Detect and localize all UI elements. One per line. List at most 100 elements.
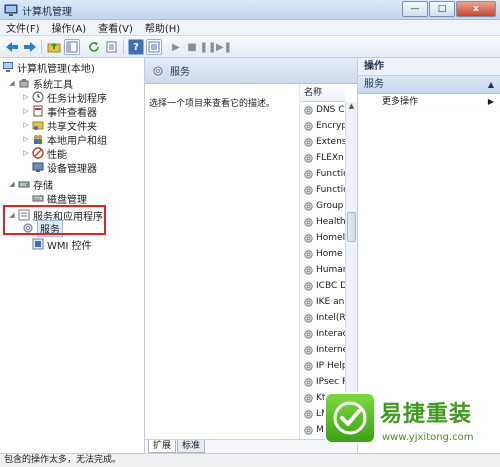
- restart-icon: ▶❚: [215, 41, 233, 53]
- service-name: Group: [316, 201, 344, 211]
- tree-device-manager[interactable]: 设备管理器: [32, 160, 97, 175]
- menu-view[interactable]: 查看(V): [98, 20, 133, 35]
- refresh-button[interactable]: [86, 39, 102, 55]
- service-row[interactable]: Human: [300, 262, 345, 278]
- computer-icon: [2, 61, 14, 73]
- vertical-scrollbar[interactable]: ▲ ▼: [345, 102, 357, 439]
- tree-shared-folders-label: 共享文件夹: [47, 121, 97, 133]
- pause-service-button[interactable]: ❚❚: [200, 39, 217, 55]
- restart-service-button[interactable]: ▶❚: [216, 39, 232, 55]
- device-manager-icon: [32, 161, 44, 173]
- menu-action[interactable]: 操作(A): [52, 20, 87, 35]
- show-hide-tree-button[interactable]: [64, 39, 80, 55]
- menu-file[interactable]: 文件(F): [6, 20, 40, 35]
- toolbar-separator: [123, 40, 124, 54]
- tree-disk-management[interactable]: 磁盘管理: [32, 191, 87, 206]
- tree-event-viewer[interactable]: ▷ 事件查看器: [22, 104, 97, 119]
- service-name: Homel: [316, 233, 345, 243]
- start-service-button[interactable]: ▶: [168, 39, 184, 55]
- tree-local-users[interactable]: ▷ 本地用户和组: [22, 132, 107, 147]
- maximize-button[interactable]: □: [429, 1, 455, 17]
- expand-arrow-icon: ◢: [9, 180, 15, 188]
- actions-title: 操作: [358, 58, 500, 76]
- service-name: Health: [316, 217, 345, 227]
- clock-icon: [32, 91, 44, 103]
- shared-folder-icon: [32, 119, 44, 131]
- more-actions-item[interactable]: 更多操作 ▶: [358, 94, 500, 110]
- service-name: Home: [316, 249, 343, 259]
- scrollbar-thumb[interactable]: [347, 212, 356, 242]
- name-column-header[interactable]: 名称: [300, 84, 345, 102]
- scroll-up-icon[interactable]: ▲: [346, 102, 357, 113]
- tree-system-tools-label: 系统工具: [33, 79, 73, 91]
- service-row[interactable]: IPsec F: [300, 374, 345, 390]
- tab-standard[interactable]: 标准: [177, 440, 206, 453]
- gear-icon: [304, 137, 313, 147]
- gear-icon: [304, 265, 313, 275]
- collapse-arrow-icon: ▷: [23, 121, 29, 129]
- service-row[interactable]: IKE an: [300, 294, 345, 310]
- service-row[interactable]: Intel(R: [300, 310, 345, 326]
- service-row[interactable]: IP Help: [300, 358, 345, 374]
- service-row[interactable]: Home: [300, 246, 345, 262]
- description-area: 选择一个项目来查看它的描述。: [145, 84, 300, 439]
- gear-icon: [304, 217, 313, 227]
- console-tree-icon: [66, 41, 78, 53]
- gear-icon: [304, 281, 313, 291]
- service-row[interactable]: Functio: [300, 182, 345, 198]
- toolbar-separator: [41, 40, 42, 54]
- collapse-arrow-icon: ▷: [23, 135, 29, 143]
- up-level-button[interactable]: [46, 39, 62, 55]
- service-row[interactable]: ICBC D: [300, 278, 345, 294]
- properties-button[interactable]: [146, 39, 162, 55]
- forward-button[interactable]: [22, 39, 38, 55]
- gear-icon: [304, 393, 313, 403]
- tree-root[interactable]: 计算机管理(本地): [2, 60, 95, 75]
- stop-icon: ■: [187, 41, 197, 53]
- storage-icon: [18, 178, 30, 190]
- service-row[interactable]: FLEXn: [300, 150, 345, 166]
- gear-icon: [304, 313, 313, 323]
- service-row[interactable]: Interac: [300, 326, 345, 342]
- help-button[interactable]: ?: [128, 39, 144, 55]
- service-row[interactable]: Encryp: [300, 118, 345, 134]
- computer-management-icon: [4, 4, 18, 16]
- close-button[interactable]: x: [456, 1, 496, 17]
- service-row[interactable]: Extens: [300, 134, 345, 150]
- gear-icon: [304, 233, 313, 243]
- stop-service-button[interactable]: ■: [184, 39, 200, 55]
- users-icon: [32, 133, 44, 145]
- tab-extended[interactable]: 扩展: [148, 440, 177, 453]
- tree-system-tools[interactable]: ◢ 系统工具: [8, 76, 73, 91]
- service-row[interactable]: Interne: [300, 342, 345, 358]
- window-title: 计算机管理: [22, 7, 72, 18]
- service-row[interactable]: Group: [300, 198, 345, 214]
- menu-help[interactable]: 帮助(H): [145, 20, 180, 35]
- tree-performance[interactable]: ▷ 性能: [22, 146, 67, 161]
- tree-task-scheduler[interactable]: ▷ 任务计划程序: [22, 90, 107, 105]
- help-icon: ?: [133, 41, 139, 53]
- tree-task-scheduler-label: 任务计划程序: [47, 93, 107, 105]
- gear-icon: [304, 105, 313, 115]
- gear-icon: [304, 249, 313, 259]
- status-text: 包含的操作太多，无法完成。: [4, 455, 122, 465]
- play-icon: ▶: [172, 41, 180, 53]
- tree-performance-label: 性能: [47, 149, 67, 161]
- gear-icon: [304, 377, 313, 387]
- service-name: IP Help: [316, 361, 345, 371]
- service-row[interactable]: Functio: [300, 166, 345, 182]
- back-button[interactable]: [4, 39, 20, 55]
- tree-shared-folders[interactable]: ▷ 共享文件夹: [22, 118, 97, 133]
- service-row[interactable]: DNS C: [300, 102, 345, 118]
- description-text: 选择一个项目来查看它的描述。: [149, 99, 276, 109]
- export-list-button[interactable]: [104, 39, 120, 55]
- collapse-arrow-icon: ▷: [23, 149, 29, 157]
- watermark-title: 易捷重装: [380, 402, 473, 427]
- tree-wmi[interactable]: WMI 控件: [32, 237, 92, 252]
- tree-storage[interactable]: ◢ 存储: [8, 177, 53, 192]
- actions-section-services[interactable]: 服务 ▲: [358, 76, 500, 94]
- service-row[interactable]: Health: [300, 214, 345, 230]
- minimize-button[interactable]: —: [402, 1, 428, 17]
- service-row[interactable]: Homel: [300, 230, 345, 246]
- refresh-icon: [89, 42, 99, 52]
